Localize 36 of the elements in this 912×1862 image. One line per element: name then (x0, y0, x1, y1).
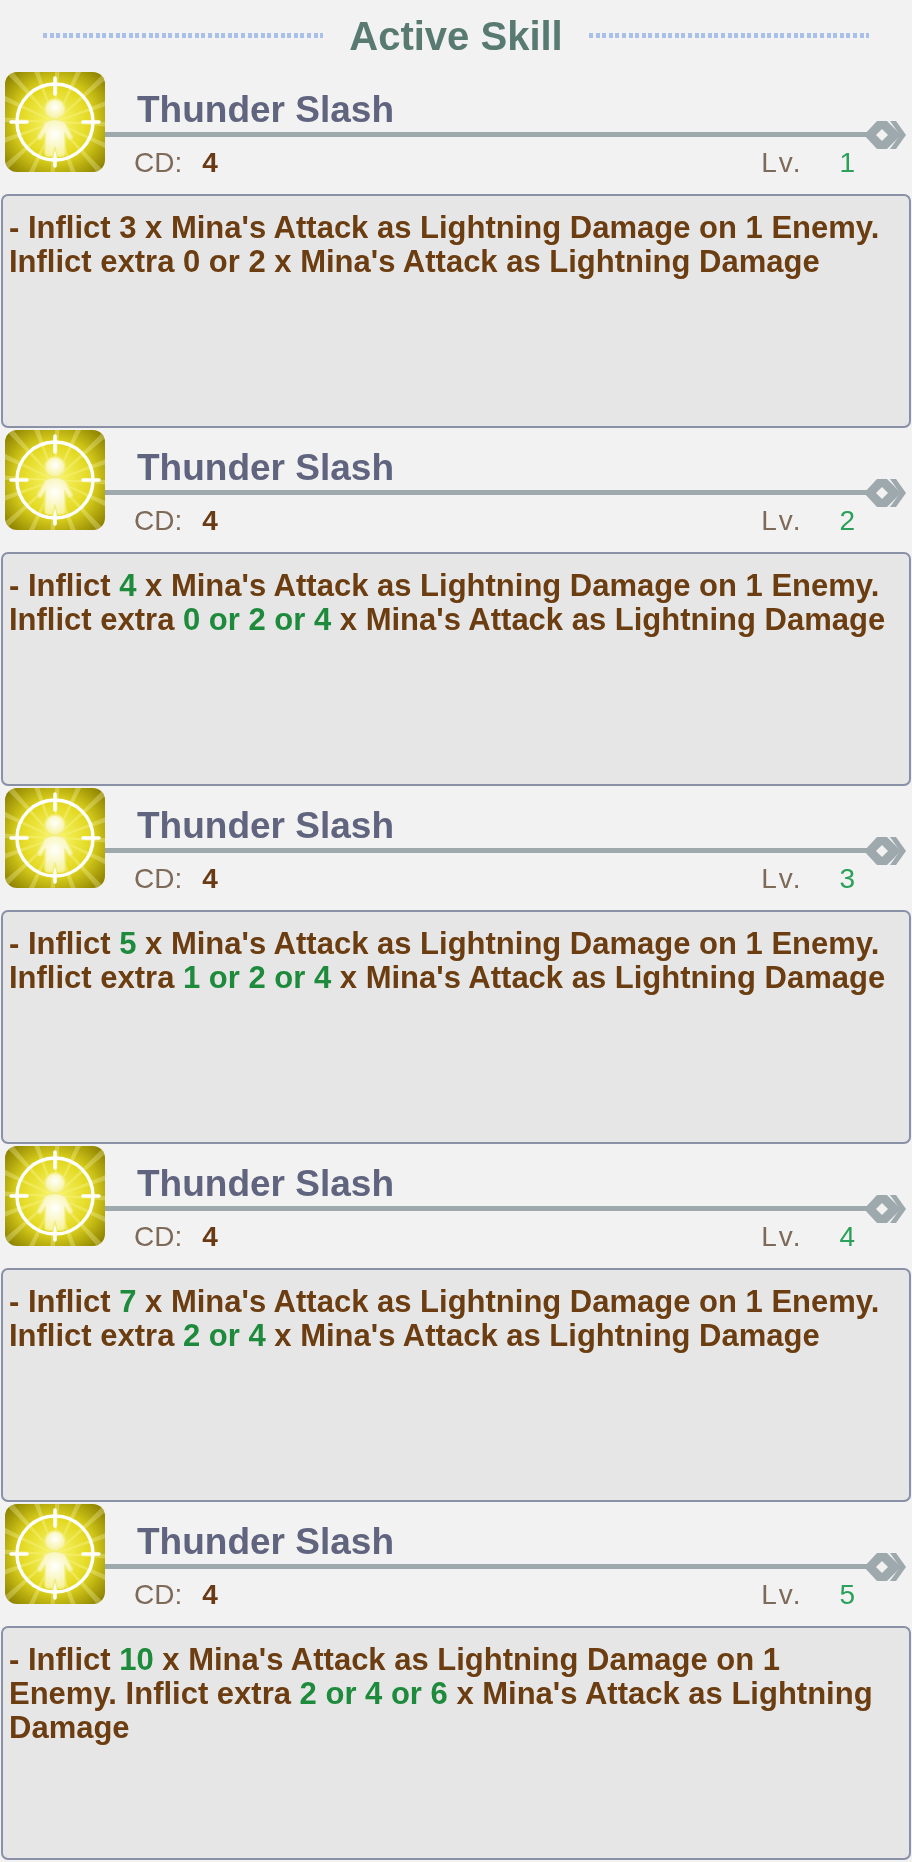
skill-description: - Inflict 3 x Mina's Attack as Lightning Damage on 1 Enemy. Inflict extra 0 or 2 x Mina's Attack as Lightning Damage (9, 211, 881, 279)
crosshair-figure-icon (5, 1504, 105, 1604)
level-label: Lv. (761, 146, 803, 180)
crosshair-figure-icon (5, 788, 105, 888)
cooldown-label: CD: (134, 1220, 183, 1254)
skill-name: Thunder Slash (137, 806, 394, 846)
skill-description: - Inflict 4 x Mina's Attack as Lightning Damage on 1 Enemy. Inflict extra 0 or 2 or 4 x Mina's Attack as Lightning Damage (9, 569, 887, 637)
cooldown-value: 4 (202, 1220, 218, 1254)
level-value: 5 (839, 1578, 855, 1612)
section-title: Active Skill (349, 12, 563, 59)
level-value: 2 (839, 504, 855, 538)
level-value: 3 (839, 862, 855, 896)
skill-name: Thunder Slash (137, 1522, 394, 1562)
skill-name: Thunder Slash (137, 448, 394, 488)
crosshair-figure-icon (5, 1146, 105, 1246)
skill-description: - Inflict 5 x Mina's Attack as Lightning Damage on 1 Enemy. Inflict extra 1 or 2 or 4 x Mina's Attack as Lightning Damage (9, 927, 887, 995)
crosshair-figure-icon (5, 72, 105, 172)
level-label: Lv. (761, 862, 803, 896)
cooldown-label: CD: (134, 504, 183, 538)
cooldown-value: 4 (202, 146, 218, 180)
level-value: 4 (839, 1220, 855, 1254)
cooldown-value: 4 (202, 504, 218, 538)
level-label: Lv. (761, 1578, 803, 1612)
cooldown-value: 4 (202, 862, 218, 896)
level-value: 1 (839, 146, 855, 180)
level-label: Lv. (761, 504, 803, 538)
skill-description: - Inflict 7 x Mina's Attack as Lightning Damage on 1 Enemy. Inflict extra 2 or 4 x Mina's Attack as Lightning Damage (9, 1285, 881, 1353)
cooldown-label: CD: (134, 862, 183, 896)
cooldown-label: CD: (134, 146, 183, 180)
skill-description: - Inflict 10 x Mina's Attack as Lightning Damage on 1 Enemy. Inflict extra 2 or 4 or 6 x Mina's Attack as Lightning Damage (9, 1643, 874, 1745)
cooldown-value: 4 (202, 1578, 218, 1612)
skill-name: Thunder Slash (137, 1164, 394, 1204)
skill-name: Thunder Slash (137, 90, 394, 130)
level-label: Lv. (761, 1220, 803, 1254)
crosshair-figure-icon (5, 430, 105, 530)
cooldown-label: CD: (134, 1578, 183, 1612)
